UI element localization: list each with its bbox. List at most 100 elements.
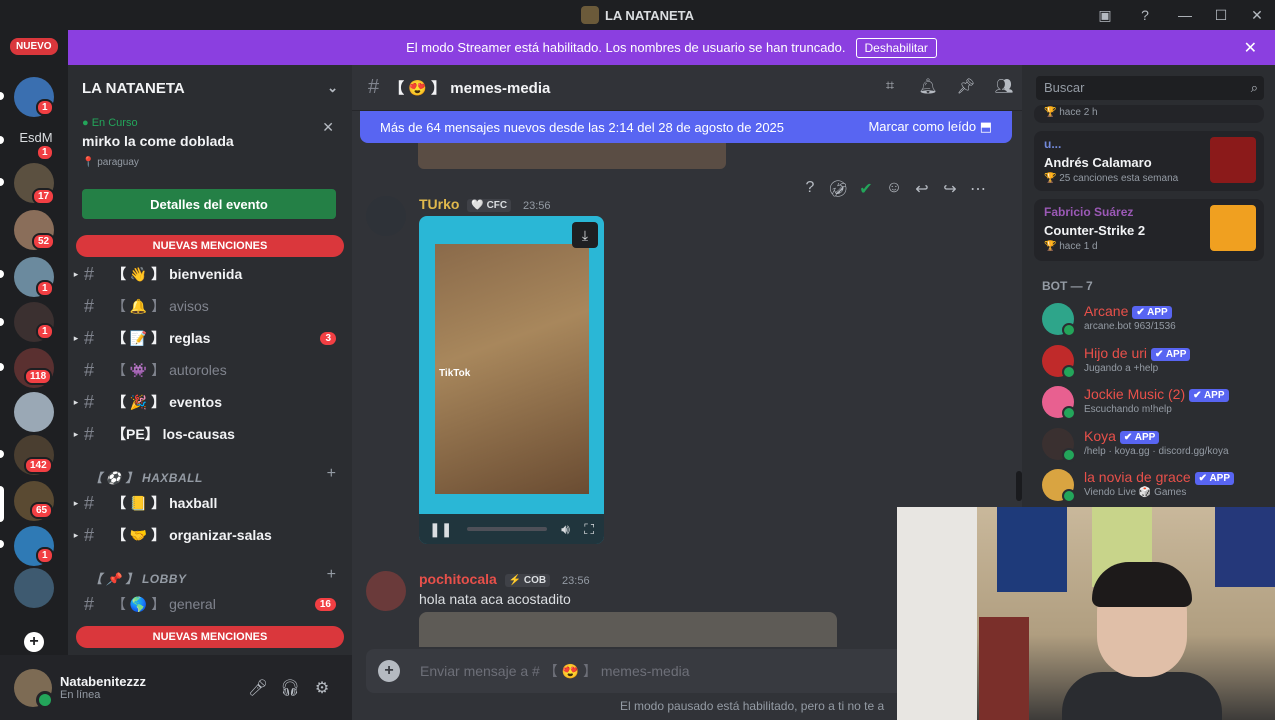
event-details-button[interactable]: Detalles del evento [82,189,336,219]
inbox-icon[interactable]: ▣ [1095,5,1115,25]
microphone-icon[interactable]: 🎤︎ [242,678,274,698]
headphones-icon[interactable]: 🎧︎ [274,678,306,698]
member-section-header: BOT — 7 [1042,279,1093,293]
close-banner-icon[interactable]: ✕ [1244,38,1257,58]
new-messages-bar[interactable]: Más de 64 mensajes nuevos desde las 2:14… [360,111,1012,143]
member-status: arcane.bot 963/1536 [1084,321,1176,332]
channel-haxball[interactable]: ▸ # 【 📒 】 haxball [68,488,352,518]
add-server-icon[interactable]: + [24,632,44,652]
message-text: hola nata aca acostadito [419,591,571,607]
event-card: ● En Curso mirko la come doblada 📍 parag… [68,111,352,174]
channel-reglas[interactable]: ▸ # 【 📝 】 reglas 3 [68,323,352,353]
channel-los-causas[interactable]: ▸ # 【PE】 los-causas [68,419,352,449]
hash-icon: # [368,76,380,98]
add-channel-icon[interactable]: + [327,465,336,483]
server-badge: 1 [36,280,54,297]
channel-bienvenida[interactable]: ▸ # 【 👋 】 bienvenida [68,259,352,289]
message-input[interactable]: Enviar mensaje a # 【 😍 】 memes-media [420,661,934,681]
avatar[interactable] [14,668,54,709]
unread-arrow-icon: ▸ [73,529,79,540]
app-tag: ✔ APP [1119,430,1160,444]
avatar [1042,303,1076,337]
album-art [1210,137,1256,183]
hash-icon: # [84,423,95,444]
channel-avisos[interactable]: # 【 🔔 】 avisos [68,291,352,321]
hash-icon: # [84,359,95,380]
gear-icon[interactable]: ⚙ [306,678,338,698]
video-player[interactable]: ⤓ TikTok ❚❚ 🔊︎ ⛶ [419,216,604,544]
server-icon[interactable] [14,568,54,608]
member-item[interactable]: la novia de grace ✔ APP Viendo Live 🎲 Gam… [1042,467,1267,503]
chat-header: # 【 😍 】 memes-media ⌗ 🔔︎ 📌︎ 👥︎ [352,65,1022,111]
activity-card[interactable]: Fabricio Suárez Counter-Strike 2 🏆 hace … [1034,199,1264,261]
channel-autoroles[interactable]: # 【 👾 】 autoroles [68,355,352,385]
new-messages-text: Más de 64 mensajes nuevos desde las 2:14… [380,119,785,135]
close-event-icon[interactable]: ✕ [322,119,334,136]
bell-icon[interactable]: 🔔︎ [918,77,938,95]
member-item[interactable]: Jockie Music (2) ✔ APP Escuchando m!help [1042,384,1267,420]
message-author[interactable]: pochitocala [419,571,497,587]
title-bar: LA NATANETA ▣ ? — ☐ ✕ [0,0,1275,30]
activity-card[interactable]: 🏆 hace 2 h [1034,105,1264,123]
search-icon: ⌕ [1250,80,1258,95]
channel-eventos[interactable]: ▸ # 【 🎉 】 eventos [68,387,352,417]
channel-organizar-salas[interactable]: ▸ # 【 🤝 】 organizar-salas [68,520,352,550]
message-time: 23:56 [562,575,590,587]
attach-icon[interactable]: + [378,660,400,682]
server-header[interactable]: LA NATANETA ⌄ [68,65,352,111]
server-text-icon[interactable]: EsdM [14,130,58,145]
channel-sidebar: LA NATANETA ⌄ ● En Curso mirko la come d… [68,65,352,655]
member-status: Escuchando m!help [1084,404,1172,415]
forward-icon[interactable]: ↪ [940,179,960,199]
channel-general[interactable]: # 【 🌎 】 general 16 [68,589,352,619]
new-mentions-pill[interactable]: NUEVAS MENCIONES [76,235,344,257]
close-window-button[interactable]: ✕ [1239,7,1275,24]
search-input[interactable]: Buscar ⌕ [1036,76,1264,100]
category-haxball[interactable]: 【 ⚽ 】 HAXBALL [90,469,203,486]
webcam-jersey [1215,507,1275,587]
disable-streamer-button[interactable]: Deshabilitar [855,37,937,58]
help-icon[interactable]: ? [800,179,820,199]
progress-bar[interactable] [466,527,547,531]
message-image[interactable] [419,612,837,647]
member-item[interactable]: Koya ✔ APP /help · koya.gg · discord.gg/k… [1042,426,1267,462]
members-icon[interactable]: 👥︎ [994,77,1014,95]
download-icon[interactable]: ⤓ [572,222,598,248]
unread-indicator [0,450,4,458]
add-reaction-icon[interactable]: ☺ [884,179,904,199]
message-author[interactable]: TUrko [419,196,459,212]
help-icon[interactable]: ? [1135,5,1155,25]
volume-icon[interactable]: 🔊︎ [561,521,570,538]
add-channel-icon[interactable]: + [327,566,336,584]
new-mentions-pill[interactable]: NUEVAS MENCIONES [76,626,344,648]
check-reaction-icon[interactable]: ✔ [856,179,876,199]
minimize-button[interactable]: — [1167,7,1203,23]
pin-icon[interactable]: 📌︎ [956,77,976,95]
member-item[interactable]: Arcane ✔ APP arcane.bot 963/1536 [1042,301,1267,337]
fullscreen-icon[interactable]: ⛶ [584,521,594,538]
category-lobby[interactable]: 【 📌 】 LOBBY [90,570,186,587]
maximize-button[interactable]: ☐ [1203,7,1239,24]
game-art [1210,205,1256,251]
more-icon[interactable]: ⋯ [968,179,988,199]
reaction-icon[interactable]: 🤣︎ [828,179,848,199]
avatar[interactable] [366,571,406,611]
mark-read-button[interactable]: Marcar como leído ⬒ [868,119,992,135]
previous-image[interactable] [418,143,726,169]
pause-icon[interactable]: ❚❚ [429,521,452,538]
server-badge: 1 [36,323,54,340]
hash-icon: # [84,295,95,316]
unread-arrow-icon: ▸ [73,332,79,343]
threads-icon[interactable]: ⌗ [880,77,900,95]
hash-icon: # [84,492,95,513]
reply-icon[interactable]: ↩ [912,179,932,199]
user-status: En línea [60,689,101,701]
unread-indicator [0,540,4,548]
avatar[interactable] [366,196,406,236]
user-panel: Natabenitezzz En línea 🎤︎ 🎧︎ ⚙ [0,655,352,720]
server-icon[interactable] [14,392,54,432]
member-item[interactable]: Hijo de uri ✔ APP Jugando a +help [1042,343,1267,379]
activity-card[interactable]: u... Andrés Calamaro 🏆 25 canciones esta… [1034,131,1264,191]
discord-window: LA NATANETA ▣ ? — ☐ ✕ El modo Streamer e… [0,0,1275,720]
member-status: /help · koya.gg · discord.gg/koya [1084,446,1229,457]
